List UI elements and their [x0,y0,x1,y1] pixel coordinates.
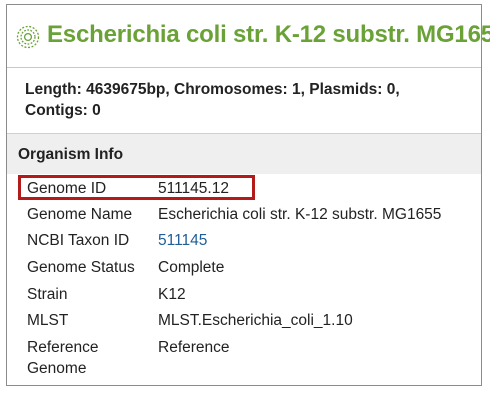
row-strain: Strain K12 [7,281,481,305]
ncbi-taxon-id-link[interactable]: 511145 [158,230,207,251]
genome-name-label: Genome Name [27,206,133,223]
genome-id-highlight-box [18,175,255,200]
organism-info-header: Organism Info [7,134,481,174]
row-reference-genome: Reference Genome Reference [7,334,481,382]
row-ncbi-taxon-id: NCBI Taxon ID 511145 [7,227,481,251]
mlst-label: MLST [27,312,69,329]
genome-status-value: Complete [158,259,225,276]
row-genome-status: Genome Status Complete [7,254,481,278]
reference-genome-label: Reference Genome [27,339,99,377]
strain-value: K12 [158,286,186,303]
ncbi-taxon-id-label: NCBI Taxon ID [27,232,130,249]
genome-icon [16,25,40,49]
genome-summary-text: Length: 4639675bp, Chromosomes: 1, Plasm… [25,81,400,119]
strain-label: Strain [27,286,68,303]
mlst-value: MLST.Escherichia_coli_1.10 [158,312,353,329]
genome-title: Escherichia coli str. K-12 substr. MG165… [47,21,490,48]
genome-summary: Length: 4639675bp, Chromosomes: 1, Plasm… [7,67,481,134]
genome-header: Escherichia coli str. K-12 substr. MG165… [7,5,490,68]
row-genome-name: Genome Name Escherichia coli str. K-12 s… [7,201,481,225]
genome-name-value: Escherichia coli str. K-12 substr. MG165… [158,206,442,223]
row-mlst: MLST MLST.Escherichia_coli_1.10 [7,307,481,331]
reference-genome-value: Reference [158,339,230,356]
genome-status-label: Genome Status [27,259,135,276]
genome-overview-panel: Escherichia coli str. K-12 substr. MG165… [6,4,490,386]
organism-info-title: Organism Info [18,146,124,163]
